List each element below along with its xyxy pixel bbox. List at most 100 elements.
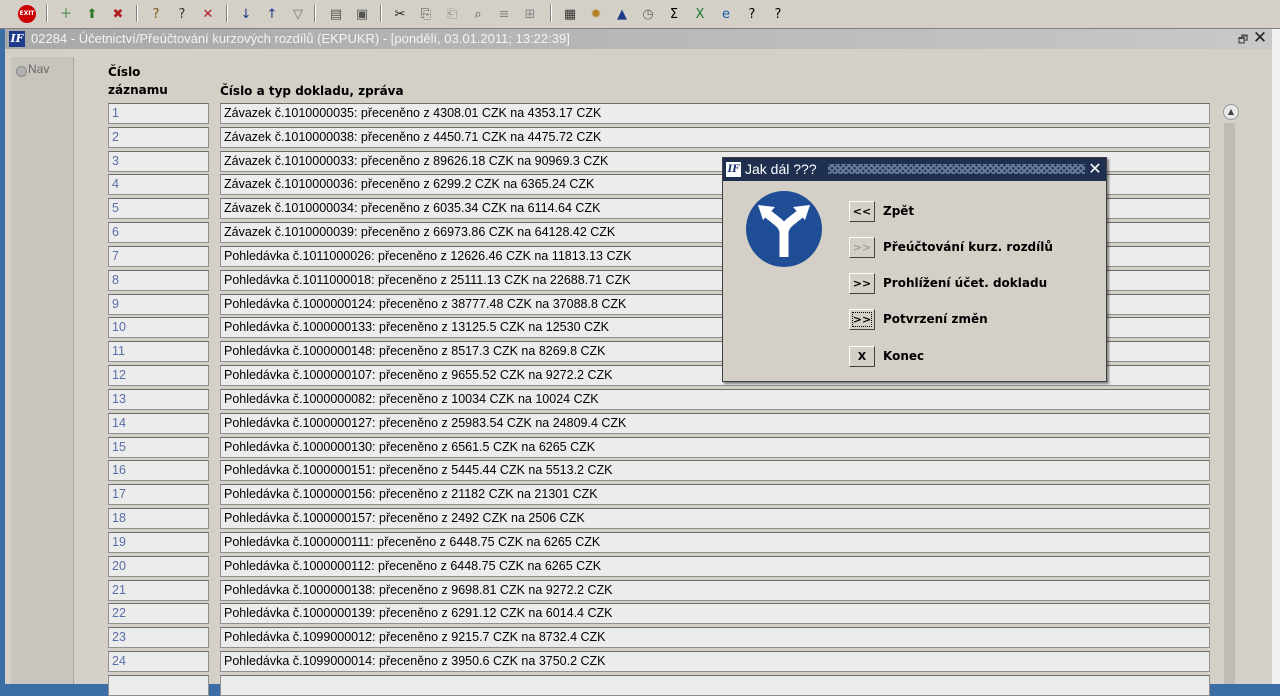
record-number-cell[interactable]: 12 <box>108 365 209 386</box>
dialog-titlebar[interactable]: IF Jak dál ??? ✕ <box>723 158 1106 181</box>
record-number-cell[interactable]: 15 <box>108 437 209 458</box>
excel-icon[interactable]: X <box>690 4 710 24</box>
clock-icon[interactable]: ◷ <box>638 4 658 24</box>
record-number-cell[interactable]: 22 <box>108 603 209 624</box>
record-number-cell[interactable]: 23 <box>108 627 209 648</box>
list-icon[interactable]: ≡ <box>494 4 514 24</box>
document-message-cell[interactable]: Pohledávka č.1000000139: přeceněno z 629… <box>220 603 1210 624</box>
toolbar-separator <box>550 5 552 22</box>
document-message-cell[interactable]: Pohledávka č.1099000012: přeceněno z 921… <box>220 627 1210 648</box>
back-button[interactable]: << <box>849 201 875 222</box>
toolbar-separator <box>136 5 138 22</box>
record-number-cell[interactable]: 20 <box>108 556 209 577</box>
document-message-cell[interactable]: Pohledávka č.1000000151: přeceněno z 544… <box>220 460 1210 481</box>
end-button-label: Konec <box>883 349 925 363</box>
record-number-cell[interactable]: 11 <box>108 341 209 362</box>
back-button-label: Zpět <box>883 204 915 218</box>
record-number-header-line2: záznamu <box>108 83 168 97</box>
record-number-cell[interactable]: 9 <box>108 294 209 315</box>
record-number-cell[interactable]: 13 <box>108 389 209 410</box>
cancel-query-icon[interactable]: ✕ <box>198 4 218 24</box>
end-button[interactable]: X <box>849 346 875 367</box>
rebook-button-label: Přeúčtování kurz. rozdílů <box>883 240 1053 254</box>
sort-asc-icon[interactable]: ↓ <box>236 4 256 24</box>
paste-icon[interactable]: ⎗ <box>442 4 462 24</box>
zoom-icon[interactable]: ⌕ <box>468 4 488 24</box>
document-message-cell[interactable]: Pohledávka č.1000000157: přeceněno z 249… <box>220 508 1210 529</box>
record-number-cell[interactable]: 21 <box>108 580 209 601</box>
record-number-cell[interactable]: 24 <box>108 651 209 672</box>
triangle-icon[interactable]: ▲ <box>612 4 632 24</box>
record-number-cell[interactable] <box>108 675 209 696</box>
app-logo-icon: IF <box>9 31 25 47</box>
document-message-cell[interactable]: Pohledávka č.1099000014: přeceněno z 395… <box>220 651 1210 672</box>
rebook-button[interactable]: >> <box>849 237 875 258</box>
record-number-cell[interactable]: 14 <box>108 413 209 434</box>
context-help-icon[interactable]: ? <box>768 4 788 24</box>
record-number-cell[interactable]: 1 <box>108 103 209 124</box>
toolbar-separator <box>46 5 48 22</box>
cut-icon[interactable]: ✂ <box>390 4 410 24</box>
record-number-cell[interactable]: 19 <box>108 532 209 553</box>
record-number-cell[interactable]: 3 <box>108 151 209 172</box>
scroll-track[interactable] <box>1224 123 1235 684</box>
record-number-cell[interactable]: 7 <box>108 246 209 267</box>
nav-panel: Nav <box>11 57 74 684</box>
document-message-cell[interactable]: Pohledávka č.1000000127: přeceněno z 259… <box>220 413 1210 434</box>
toolbar-separator <box>380 5 382 22</box>
record-number-header-line1: Číslo <box>108 65 141 79</box>
new-record-icon[interactable]: ＋ <box>56 4 76 24</box>
document-message-cell[interactable]: Závazek č.1010000035: přeceněno z 4308.0… <box>220 103 1210 124</box>
execute-query-icon[interactable]: ? <box>172 4 192 24</box>
exit-icon[interactable]: EXIT <box>18 5 36 23</box>
confirm-changes-button-label: Potvrzení změn <box>883 312 988 326</box>
restore-window-icon[interactable]: 🗗 <box>1236 31 1250 46</box>
window-titlebar[interactable]: IF 02284 - Účetnictví/Přeúčtování kurzov… <box>5 29 1272 49</box>
record-number-cell[interactable]: 5 <box>108 198 209 219</box>
scroll-up-icon[interactable]: ▲ <box>1223 104 1239 120</box>
sum-icon[interactable]: Σ <box>664 4 684 24</box>
record-number-cell[interactable]: 16 <box>108 460 209 481</box>
document-message-cell[interactable]: Pohledávka č.1000000156: přeceněno z 211… <box>220 484 1210 505</box>
record-number-cell[interactable]: 8 <box>108 270 209 291</box>
dialog-close-icon[interactable]: ✕ <box>1087 160 1103 178</box>
document-message-cell[interactable]: Pohledávka č.1000000130: přeceněno z 656… <box>220 437 1210 458</box>
print-icon[interactable]: ▤ <box>326 4 346 24</box>
dialog-drag-grip[interactable] <box>828 164 1085 174</box>
record-number-cell[interactable]: 18 <box>108 508 209 529</box>
record-number-cell[interactable]: 2 <box>108 127 209 148</box>
settings-icon[interactable]: ✹ <box>586 4 606 24</box>
view-document-button[interactable]: >> <box>849 273 875 294</box>
confirm-changes-button[interactable]: >> <box>849 309 875 330</box>
record-number-cell[interactable]: 17 <box>108 484 209 505</box>
help-icon[interactable]: ? <box>742 4 762 24</box>
filter-icon[interactable]: ▽ <box>288 4 308 24</box>
toolbar: EXIT ＋ ⬆ ✖?? ✕ ↓ ↑ ▽ ▤ ▣ ✂ ⎘ ⎗ ⌕ ≡ ⊞ ▦ ✹ ▲ ◷ Σ Xe?? <box>0 0 1280 29</box>
insert-record-icon[interactable]: ⬆ <box>82 4 102 24</box>
document-message-cell[interactable]: Závazek č.1010000038: přeceněno z 4450.7… <box>220 127 1210 148</box>
nav-label: Nav <box>28 62 50 76</box>
toolbar-separator <box>314 5 316 22</box>
record-number-cell[interactable]: 4 <box>108 174 209 195</box>
print-preview-icon[interactable]: ▣ <box>352 4 372 24</box>
delete-record-icon[interactable]: ✖ <box>108 4 128 24</box>
dialog-logo-icon: IF <box>726 162 741 177</box>
document-message-cell[interactable]: Pohledávka č.1000000112: přeceněno z 644… <box>220 556 1210 577</box>
vertical-scrollbar[interactable]: ▲ <box>1221 103 1239 684</box>
copy-icon[interactable]: ⎘ <box>416 4 436 24</box>
record-number-cell[interactable]: 6 <box>108 222 209 243</box>
document-message-cell[interactable] <box>220 675 1210 696</box>
document-message-cell[interactable]: Pohledávka č.1000000082: přeceněno z 100… <box>220 389 1210 410</box>
tree-icon[interactable]: ⊞ <box>520 4 540 24</box>
sort-desc-icon[interactable]: ↑ <box>262 4 282 24</box>
nav-radio-button[interactable] <box>16 66 27 77</box>
view-document-button-label: Prohlížení účet. dokladu <box>883 276 1048 290</box>
record-number-cell[interactable]: 10 <box>108 317 209 338</box>
document-message-cell[interactable]: Pohledávka č.1000000138: přeceněno z 969… <box>220 580 1210 601</box>
query-icon[interactable]: ? <box>146 4 166 24</box>
browser-icon[interactable]: e <box>716 4 736 24</box>
calendar-icon[interactable]: ▦ <box>560 4 580 24</box>
document-message-cell[interactable]: Pohledávka č.1000000111: přeceněno z 644… <box>220 532 1210 553</box>
close-window-icon[interactable]: ✕ <box>1252 29 1268 47</box>
window-title: 02284 - Účetnictví/Přeúčtování kurzových… <box>31 31 570 46</box>
